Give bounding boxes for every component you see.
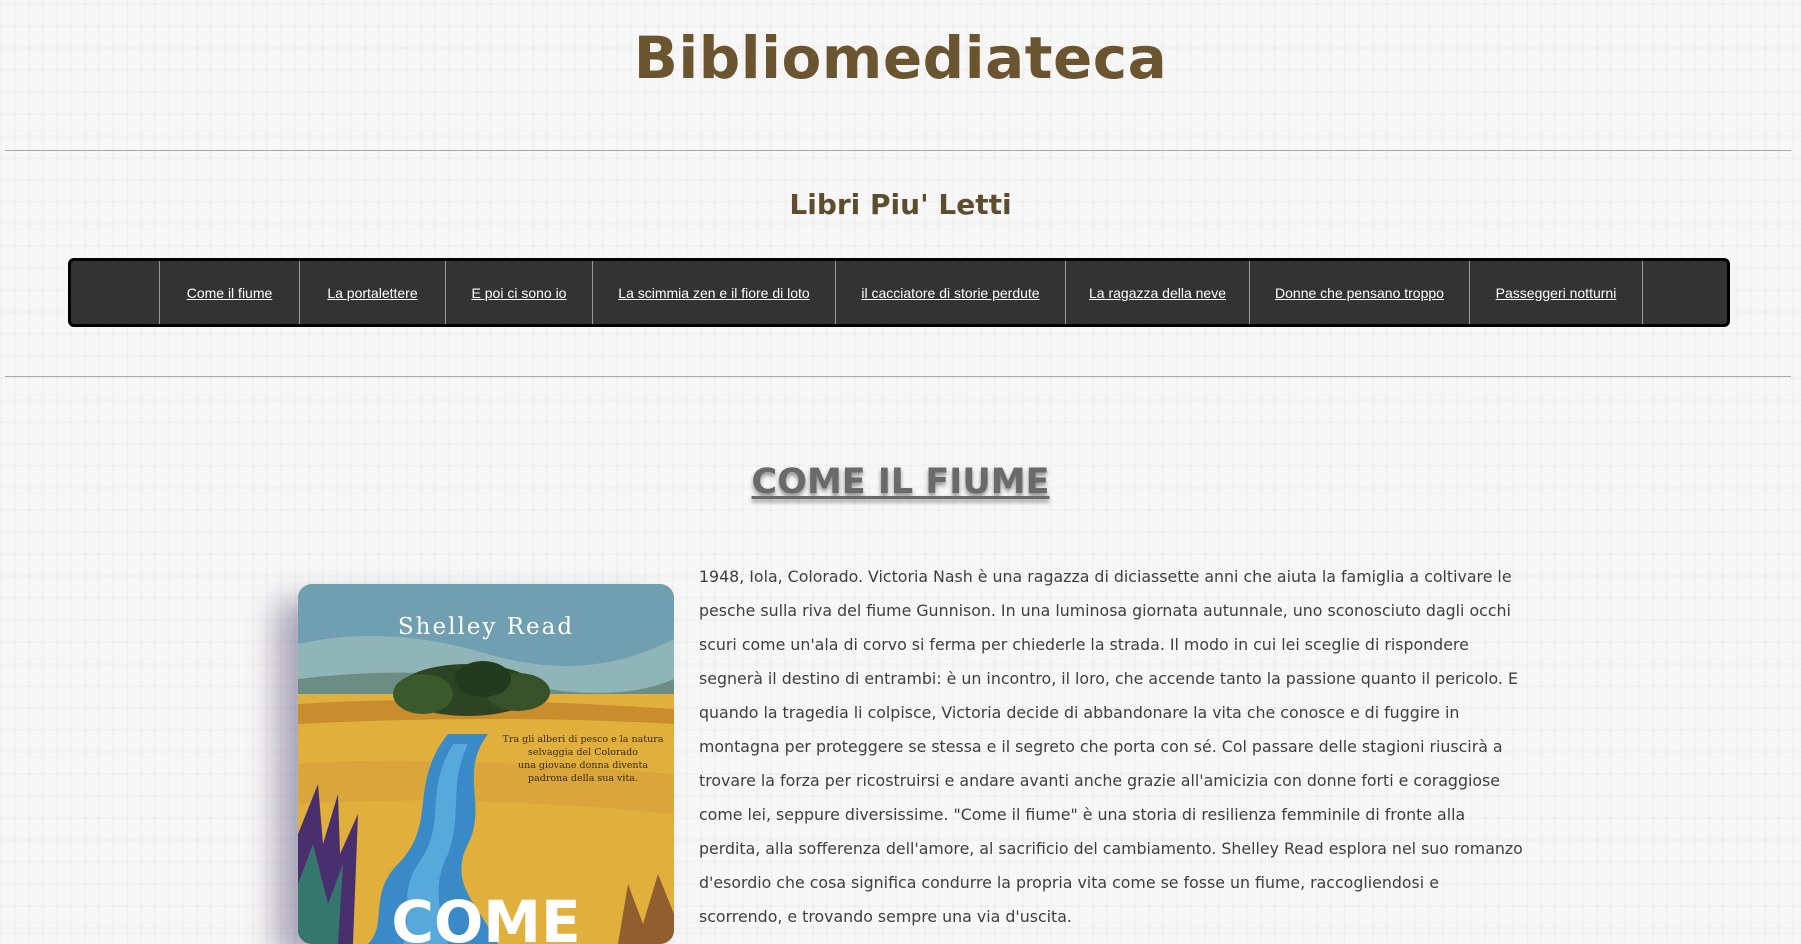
cover-author: Shelley Read [398,614,574,640]
nav-item-la-ragazza-della-neve: La ragazza della neve [1065,261,1249,324]
nav-link-la-scimmia-zen[interactable]: La scimmia zen e il fiore di loto [618,285,809,301]
cover-title: COME [391,888,580,944]
nav-link-come-il-fiume[interactable]: Come il fiume [187,285,273,301]
nav-item-passeggeri-notturni: Passeggeri notturni [1469,261,1643,324]
nav-item-la-portalettere: La portalettere [299,261,445,324]
cover-tagline-3: una giovane donna diventa [518,760,648,771]
book-nav-list: Come il fiume La portalettere E poi ci s… [159,261,1643,324]
nav-item-come-il-fiume: Come il fiume [159,261,299,324]
cover-tagline-2: selvaggia del Colorado [528,747,638,758]
book-description: 1948, Iola, Colorado. Victoria Nash è un… [699,567,1523,926]
book-title: COME IL FIUME [751,462,1050,502]
divider-bottom [5,376,1791,377]
site-title: Bibliomediateca [633,24,1168,92]
nav-link-passeggeri-notturni[interactable]: Passeggeri notturni [1496,285,1617,301]
nav-item-il-cacciatore: il cacciatore di storie perdute [835,261,1065,324]
nav-link-e-poi-ci-sono-io[interactable]: E poi ci sono io [472,285,567,301]
nav-link-la-portalettere[interactable]: La portalettere [327,285,417,301]
nav-link-donne-che-pensano[interactable]: Donne che pensano troppo [1275,285,1444,301]
nav-link-la-ragazza-della-neve[interactable]: La ragazza della neve [1089,285,1226,301]
nav-item-e-poi-ci-sono-io: E poi ci sono io [445,261,592,324]
cover-tagline-4: padrona della sua vita. [528,773,638,784]
section-title: Libri Piu' Letti [789,188,1012,221]
nav-item-la-scimmia-zen: La scimmia zen e il fiore di loto [592,261,835,324]
book-cover-image: Shelley Read Tra gli alberi di pesco e l… [298,584,674,944]
nav-link-il-cacciatore[interactable]: il cacciatore di storie perdute [861,285,1039,301]
nav-item-donne-che-pensano: Donne che pensano troppo [1249,261,1469,324]
divider-top [5,150,1791,151]
book-navbar: Come il fiume La portalettere E poi ci s… [68,258,1730,327]
cover-tagline-1: Tra gli alberi di pesco e la natura [503,734,664,745]
